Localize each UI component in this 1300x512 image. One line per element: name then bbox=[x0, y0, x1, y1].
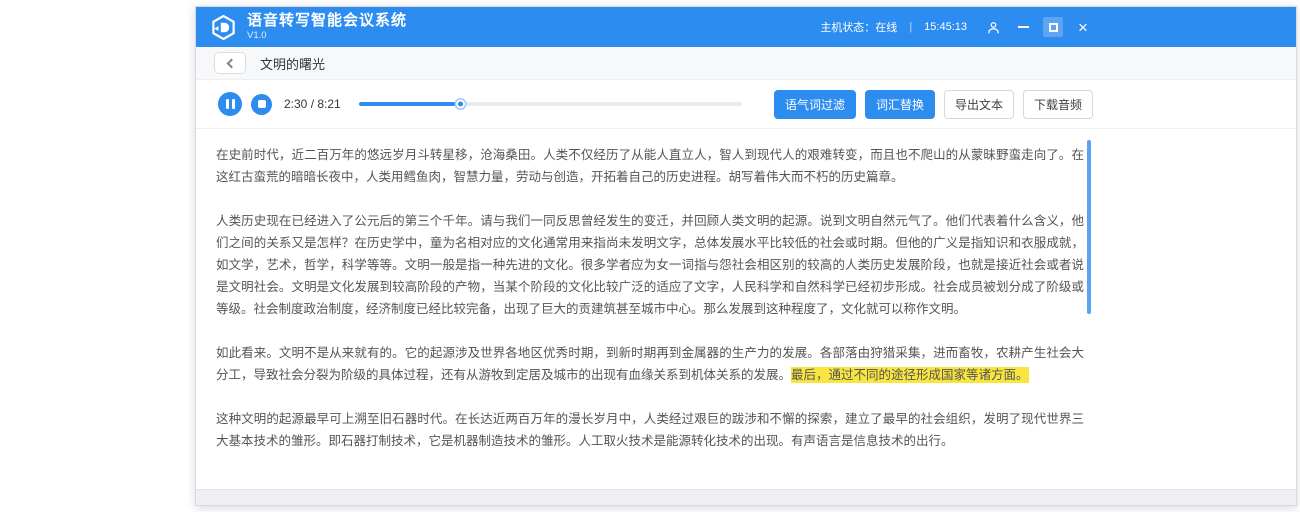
playback-time: 2:30 / 8:21 bbox=[284, 97, 341, 111]
title-bar-inner: 语音转写智能会议系统 V1.0 主机状态：在线 | 15:45:13 × bbox=[196, 7, 1093, 47]
transcript-paragraph-2: 人类历史现在已经进入了公元后的第三个千年。请与我们一同反思曾经发生的变迁，并回顾… bbox=[216, 210, 1084, 320]
app-logo-icon bbox=[210, 14, 237, 41]
player-toolbar: 2:30 / 8:21 语气词过滤 词汇替换 导出文本 下载音频 bbox=[196, 80, 1296, 129]
vertical-scrollbar-thumb[interactable] bbox=[1087, 140, 1091, 314]
pause-icon bbox=[226, 99, 235, 109]
stop-button[interactable] bbox=[251, 94, 272, 115]
app-window: 语音转写智能会议系统 V1.0 主机状态：在线 | 15:45:13 × bbox=[195, 6, 1297, 506]
transcript-paragraph-1: 在史前时代，近二百万年的悠远岁月斗转星移，沧海桑田。人类不仅经历了从能人直立人，… bbox=[216, 144, 1084, 188]
download-audio-button[interactable]: 下载音频 bbox=[1023, 90, 1093, 119]
maximize-button[interactable] bbox=[1043, 17, 1063, 37]
close-button[interactable]: × bbox=[1073, 17, 1093, 37]
progress-fill bbox=[359, 102, 459, 106]
back-button[interactable] bbox=[214, 52, 246, 74]
transcript-paragraph-4: 这种文明的起源最早可上溯至旧石器时代。在长达近两百万年的漫长岁月中，人类经过艰巨… bbox=[216, 408, 1084, 452]
stop-icon bbox=[258, 100, 266, 108]
filler-word-filter-button[interactable]: 语气词过滤 bbox=[774, 90, 856, 119]
document-header: 文明的曙光 bbox=[196, 47, 1296, 80]
transcript-paragraph-3: 如此看来。文明不是从来就有的。它的起源涉及世界各地区优秀时期，到新时期再到金属器… bbox=[216, 342, 1084, 386]
pause-button[interactable] bbox=[218, 92, 242, 116]
vocabulary-replace-button[interactable]: 词汇替换 bbox=[865, 90, 935, 119]
minimize-button[interactable] bbox=[1013, 17, 1033, 37]
status-separator: | bbox=[909, 21, 912, 33]
host-status-label: 主机状态：在线 bbox=[820, 19, 897, 35]
player-toolbar-inner: 2:30 / 8:21 语气词过滤 词汇替换 导出文本 下载音频 bbox=[196, 90, 1093, 119]
status-footer bbox=[196, 489, 1296, 505]
title-bar-right: 主机状态：在线 | 15:45:13 × bbox=[820, 17, 1093, 37]
export-text-button[interactable]: 导出文本 bbox=[944, 90, 1014, 119]
action-buttons: 语气词过滤 词汇替换 导出文本 下载音频 bbox=[774, 90, 1093, 119]
app-title: 语音转写智能会议系统 bbox=[247, 13, 407, 30]
title-bar: 语音转写智能会议系统 V1.0 主机状态：在线 | 15:45:13 × bbox=[196, 7, 1296, 47]
progress-thumb[interactable] bbox=[456, 100, 465, 109]
maximize-icon bbox=[1049, 23, 1058, 32]
chevron-left-icon bbox=[227, 58, 237, 68]
document-title: 文明的曙光 bbox=[260, 54, 325, 73]
app-version: V1.0 bbox=[247, 31, 407, 41]
minimize-icon bbox=[1018, 26, 1029, 28]
app-brand: 语音转写智能会议系统 V1.0 bbox=[247, 13, 407, 42]
progress-slider[interactable] bbox=[359, 102, 742, 106]
highlighted-sentence: 最后，通过不同的途径形成国家等诸方面。 bbox=[791, 367, 1029, 383]
close-icon: × bbox=[1078, 19, 1088, 36]
user-icon[interactable] bbox=[983, 17, 1003, 37]
transcript-area: 在史前时代，近二百万年的悠远岁月斗转星移，沧海桑田。人类不仅经历了从能人直立人，… bbox=[196, 129, 1296, 452]
clock-label: 15:45:13 bbox=[924, 21, 967, 33]
